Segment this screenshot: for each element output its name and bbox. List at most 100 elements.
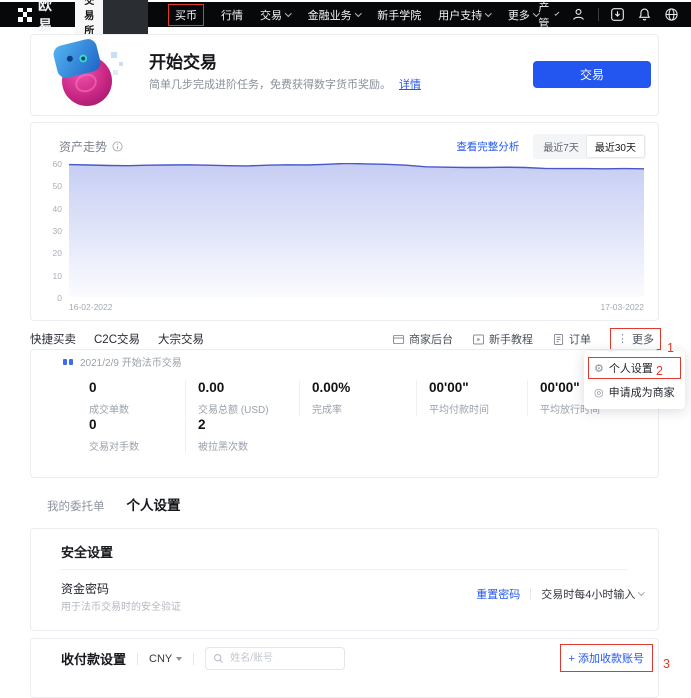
fund-password-label: 资金密码 xyxy=(61,580,109,597)
x-axis-labels: 16-02-2022 17-03-2022 xyxy=(69,302,644,312)
chevron-down-icon xyxy=(555,11,560,16)
payee-search-input[interactable] xyxy=(205,647,345,670)
payment-settings-row: 收付款设置 CNY xyxy=(61,647,345,670)
dropdown-item-apply-merchant[interactable]: ◎ 申请成为商家 xyxy=(594,384,675,400)
divider xyxy=(61,569,628,570)
stat-label: 成交单数 xyxy=(89,401,185,416)
nav-link-markets[interactable]: 行情 xyxy=(221,7,243,23)
nav-link-buy-crypto[interactable]: 买币 xyxy=(168,4,204,26)
chevron-down-icon xyxy=(485,10,491,16)
annotation-3: 3 xyxy=(663,657,670,671)
stat-value: 0.00 xyxy=(198,380,299,395)
y-axis: 0102030405060 xyxy=(47,163,65,297)
x-label-end: 17-03-2022 xyxy=(601,302,644,312)
triangle-down-icon xyxy=(176,657,182,661)
more-dropdown-menu: ⚙ 个人设置 ◎ 申请成为商家 xyxy=(584,351,685,409)
hero-subtitle: 简单几步完成进阶任务，免费获得数字货币奖励。详情 xyxy=(149,76,421,92)
trend-header: 资产走势 查看完整分析 最近7天 最近30天 xyxy=(59,134,646,159)
tab-express-trade[interactable]: 快捷买卖 xyxy=(30,331,76,347)
tutorial-play-icon xyxy=(472,333,485,346)
nav-link-label: 行情 xyxy=(221,7,243,23)
fund-password-controls: 重置密码 交易时每4小时输入 xyxy=(476,586,644,602)
globe-language-icon[interactable] xyxy=(664,7,679,22)
range-7d-button[interactable]: 最近7天 xyxy=(535,136,587,157)
nav-links: 买币 行情 交易 金融业务 新手学院 用户支持 更多 xyxy=(168,4,538,26)
nav-link-finance[interactable]: 金融业务 xyxy=(308,7,361,23)
more-actions-button[interactable]: ⋮ 更多 xyxy=(610,328,661,350)
fund-password-desc: 用于法币交易时的安全验证 xyxy=(61,598,181,613)
stat-value: 0.00% xyxy=(312,380,416,395)
order-doc-icon xyxy=(552,333,565,346)
user-icon[interactable] xyxy=(571,7,586,22)
page-title: 开始交易 xyxy=(149,48,217,73)
stat-completion-rate: 0.00% 完成率 xyxy=(299,380,416,416)
hero-subtitle-text: 简单几步完成进阶任务，免费获得数字货币奖励。 xyxy=(149,79,391,91)
tab-personal-settings[interactable]: 个人设置 xyxy=(127,494,181,514)
y-tick: 40 xyxy=(53,204,62,214)
nav-link-label: 金融业务 xyxy=(308,7,352,23)
nav-link-more[interactable]: 更多 xyxy=(508,7,539,23)
y-tick: 0 xyxy=(57,293,62,303)
action-label: 新手教程 xyxy=(489,331,533,347)
nav-link-label: 用户支持 xyxy=(438,7,482,23)
trend-title: 资产走势 xyxy=(59,138,123,155)
annotation-2: 2 xyxy=(656,364,663,378)
beginner-tutorial-button[interactable]: 新手教程 xyxy=(472,331,533,347)
payment-settings-title: 收付款设置 xyxy=(61,649,126,668)
range-30d-button[interactable]: 最近30天 xyxy=(587,136,644,157)
nav-link-label: 买币 xyxy=(175,7,197,23)
trend-title-text: 资产走势 xyxy=(59,138,107,155)
okx-logo-icon[interactable] xyxy=(18,8,32,22)
fiat-stats-card: 2021/2/9 开始法币交易 0 成交单数 0.00 交易总额 (USD) 0… xyxy=(30,349,659,478)
fiat-since-row: 2021/2/9 开始法币交易 xyxy=(63,354,182,369)
tab-my-orders[interactable]: 我的委托单 xyxy=(47,498,105,514)
trade-button[interactable]: 交易 xyxy=(533,61,651,88)
dropdown-item-personal-settings[interactable]: ⚙ 个人设置 xyxy=(588,357,681,379)
bell-icon[interactable] xyxy=(637,7,652,22)
mascot-image xyxy=(53,40,127,112)
stat-label: 平均付款时间 xyxy=(429,401,527,416)
currency-select[interactable]: CNY xyxy=(149,653,182,665)
annotation-1: 1 xyxy=(667,341,674,355)
nav-link-label: 交易 xyxy=(260,7,282,23)
stat-avg-payment-time: 00'00" 平均付款时间 xyxy=(416,380,527,416)
chevron-down-icon xyxy=(355,10,361,16)
asset-trend-chart: 0102030405060 16-02-2022 17-03-2022 xyxy=(47,163,644,315)
payment-settings-card: 收付款设置 CNY + 添加收款账号 xyxy=(30,638,659,698)
reset-password-link[interactable]: 重置密码 xyxy=(476,586,520,602)
nav-link-academy[interactable]: 新手学院 xyxy=(377,7,421,23)
chevron-down-icon xyxy=(638,589,644,595)
trade-tabs-row: 快捷买卖 C2C交易 大宗交易 商家后台 新手教程 订单 ⋮ 更多 xyxy=(30,329,661,349)
nav-link-support[interactable]: 用户支持 xyxy=(438,7,491,23)
info-icon[interactable] xyxy=(112,141,123,152)
merchant-circle-icon: ◎ xyxy=(594,386,604,399)
y-tick: 50 xyxy=(53,181,62,191)
tab-c2c-trade[interactable]: C2C交易 xyxy=(94,331,140,347)
download-app-icon[interactable] xyxy=(610,7,625,22)
nav-link-trade[interactable]: 交易 xyxy=(260,7,291,23)
logo-text[interactable]: 欧易 xyxy=(38,0,60,35)
section-tabs: 我的委托单 个人设置 xyxy=(47,494,181,514)
stat-blacklisted-count: 2 被拉黑次数 xyxy=(185,417,644,453)
details-link[interactable]: 详情 xyxy=(399,79,421,91)
divider xyxy=(137,653,138,665)
console-icon xyxy=(392,333,405,346)
y-tick: 30 xyxy=(53,226,62,236)
dropdown-item-label: 个人设置 xyxy=(609,360,653,376)
stat-value: 0 xyxy=(89,380,185,395)
area-fill xyxy=(69,163,644,297)
x-label-start: 16-02-2022 xyxy=(69,302,112,312)
stat-label: 完成率 xyxy=(312,401,416,416)
password-frequency-select[interactable]: 交易时每4小时输入 xyxy=(541,586,644,602)
trend-chart-svg xyxy=(69,163,644,297)
merchant-console-button[interactable]: 商家后台 xyxy=(392,331,453,347)
add-payment-account-button[interactable]: + 添加收款账号 xyxy=(560,644,653,672)
tab-block-trade[interactable]: 大宗交易 xyxy=(158,331,204,347)
view-full-analysis-link[interactable]: 查看完整分析 xyxy=(456,139,519,154)
search-icon xyxy=(213,653,224,664)
stat-value: 0 xyxy=(89,417,185,432)
trade-tabs: 快捷买卖 C2C交易 大宗交易 xyxy=(30,331,204,347)
currency-value: CNY xyxy=(149,653,172,665)
orders-button[interactable]: 订单 xyxy=(552,331,591,347)
trade-actions: 商家后台 新手教程 订单 ⋮ 更多 xyxy=(392,328,661,350)
